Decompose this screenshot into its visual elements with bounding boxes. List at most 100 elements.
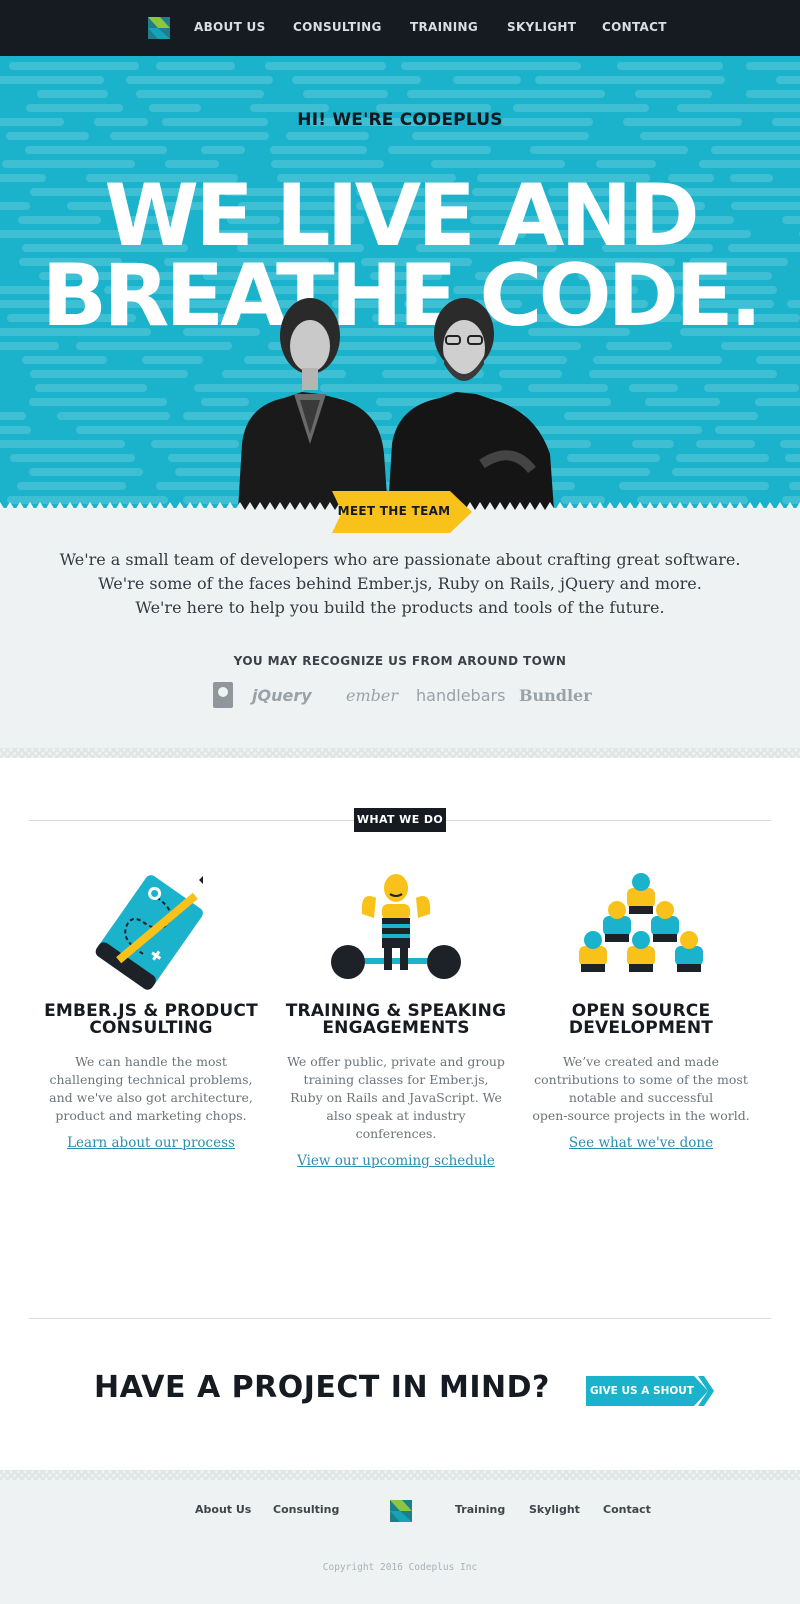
hero-stripe [6, 132, 89, 140]
project-logos: jQuery ember handlebars Bundler [0, 680, 800, 712]
service-title: OPEN SOURCE DEVELOPMENT [524, 1003, 758, 1037]
hero-stripe [412, 132, 590, 140]
hero-stripe [745, 90, 800, 98]
hero-stripe [789, 482, 800, 490]
service-title: TRAINING & SPEAKING ENGAGEMENTS [279, 1003, 513, 1037]
nav-contact[interactable]: CONTACT [602, 20, 667, 34]
hero-stripe [695, 440, 756, 448]
service-description: We’ve created and made contributions to … [524, 1053, 758, 1125]
hero-stripe [703, 384, 800, 392]
hero-stripe [125, 76, 274, 84]
footer-consulting[interactable]: Consulting [273, 1503, 339, 1516]
hero-stripe [400, 62, 582, 70]
codeplus-logo-icon[interactable] [390, 1500, 412, 1522]
hero-stripe [784, 454, 800, 462]
footer-contact[interactable]: Contact [603, 1503, 651, 1516]
service-body-line: Ruby on Rails and JavaScript. We [290, 1090, 502, 1105]
hero-stripe [155, 62, 235, 70]
hero-stripe [530, 146, 689, 154]
hero-stripe [616, 62, 723, 70]
hero-stripe [755, 398, 800, 406]
blueprint-pencil-icon [95, 875, 203, 990]
service-body-line: training classes for Ember.js, [303, 1072, 489, 1087]
hero-stripe [136, 90, 265, 98]
nav-training[interactable]: TRAINING [410, 20, 478, 34]
hero-stripe [407, 90, 605, 98]
nav-consulting[interactable]: CONSULTING [293, 20, 382, 34]
hero-stripe [110, 132, 269, 140]
hero-stripe [0, 440, 125, 448]
codeplus-logo-icon[interactable] [148, 17, 170, 39]
hero-stripe [28, 398, 168, 406]
service-ember-consulting: EMBER.JS & PRODUCT CONSULTING We can han… [34, 870, 268, 1151]
hero-stripe [564, 412, 758, 420]
see-work-link[interactable]: See what we've done [569, 1135, 713, 1151]
rails-logo [213, 682, 233, 708]
service-description: We offer public, private and group train… [279, 1053, 513, 1143]
hero-stripe [567, 454, 660, 462]
service-body-line: also speak at industry [326, 1108, 466, 1123]
hero-stripe [640, 132, 800, 140]
hero-stripe [388, 146, 492, 154]
hero-stripe [9, 454, 135, 462]
hero-stripe [715, 426, 800, 434]
service-body-line: conferences. [355, 1126, 437, 1141]
recognize-heading: YOU MAY RECOGNIZE US FROM AROUND TOWN [233, 654, 567, 668]
handlebars-logo: handlebars [416, 686, 506, 705]
nav-about-us[interactable]: ABOUT US [194, 20, 266, 34]
hero-stripe [291, 76, 422, 84]
hero-stripe [16, 482, 126, 490]
hero-stripe [631, 440, 674, 448]
intro-text: We're a small team of developers who are… [0, 548, 800, 620]
footer-training[interactable]: Training [455, 1503, 505, 1516]
hero-stripe [534, 76, 726, 84]
hero-stripe [151, 440, 240, 448]
learn-process-link[interactable]: Learn about our process [67, 1135, 235, 1151]
hero-stripe [22, 356, 107, 364]
footer-skylight[interactable]: Skylight [529, 1503, 580, 1516]
hero-stripe [0, 76, 105, 84]
service-training-speaking: TRAINING & SPEAKING ENGAGEMENTS We offer… [279, 870, 513, 1169]
hero-stripe [776, 76, 800, 84]
hero-stripe [270, 146, 368, 154]
hero-stripe [756, 356, 800, 364]
service-body-line: product and marketing chops. [55, 1108, 247, 1123]
upcoming-schedule-link[interactable]: View our upcoming schedule [297, 1153, 495, 1169]
intro-line: We're here to help you build the product… [135, 598, 665, 617]
service-title-line: ENGAGEMENTS [322, 1018, 470, 1038]
hero-stripe [142, 356, 204, 364]
service-body-line: and we've also got architecture, [49, 1090, 253, 1105]
section-pattern-divider [0, 748, 800, 758]
hero-stripe [634, 90, 712, 98]
top-navigation: ABOUT US CONSULTING TRAINING SKYLIGHT CO… [0, 0, 800, 56]
pyramid-figure [579, 931, 607, 972]
hero-stripe [0, 412, 26, 420]
hero-stripe [9, 62, 140, 70]
footer-about-us[interactable]: About Us [195, 1503, 251, 1516]
hero-stripe [645, 398, 720, 406]
service-body-line: We’ve created and made [562, 1054, 720, 1069]
copyright: Copyright 2016 Codeplus Inc [322, 1562, 478, 1573]
pyramid-figure [627, 931, 655, 972]
service-body-line: contributions to some of the most [534, 1072, 748, 1087]
jquery-logo: jQuery [252, 686, 312, 705]
strongman-barbell-icon [331, 874, 461, 979]
ember-logo: ember [346, 686, 398, 705]
hero-stripe [29, 468, 143, 476]
pyramid-figure [675, 931, 703, 972]
team-photo [238, 298, 554, 510]
service-title-line: DEVELOPMENT [568, 1018, 714, 1038]
nav-skylight[interactable]: SKYLIGHT [507, 20, 576, 34]
intro-line: We're some of the faces behind Ember.js,… [98, 574, 702, 593]
hero-stripe [452, 76, 521, 84]
meet-the-team-label: MEET THE TEAM [337, 504, 451, 518]
service-title-line: CONSULTING [89, 1018, 213, 1038]
give-us-a-shout-button[interactable]: GIVE US A SHOUT [586, 1376, 714, 1406]
give-us-a-shout-label: GIVE US A SHOUT [590, 1385, 694, 1397]
service-description: We can handle the most challenging techn… [34, 1053, 268, 1125]
service-title: EMBER.JS & PRODUCT CONSULTING [34, 1003, 268, 1037]
pyramid-figure [603, 901, 631, 942]
hero-stripe [35, 384, 148, 392]
intro-line: We're a small team of developers who are… [59, 550, 741, 569]
meet-the-team-button[interactable]: MEET THE TEAM [328, 491, 472, 533]
